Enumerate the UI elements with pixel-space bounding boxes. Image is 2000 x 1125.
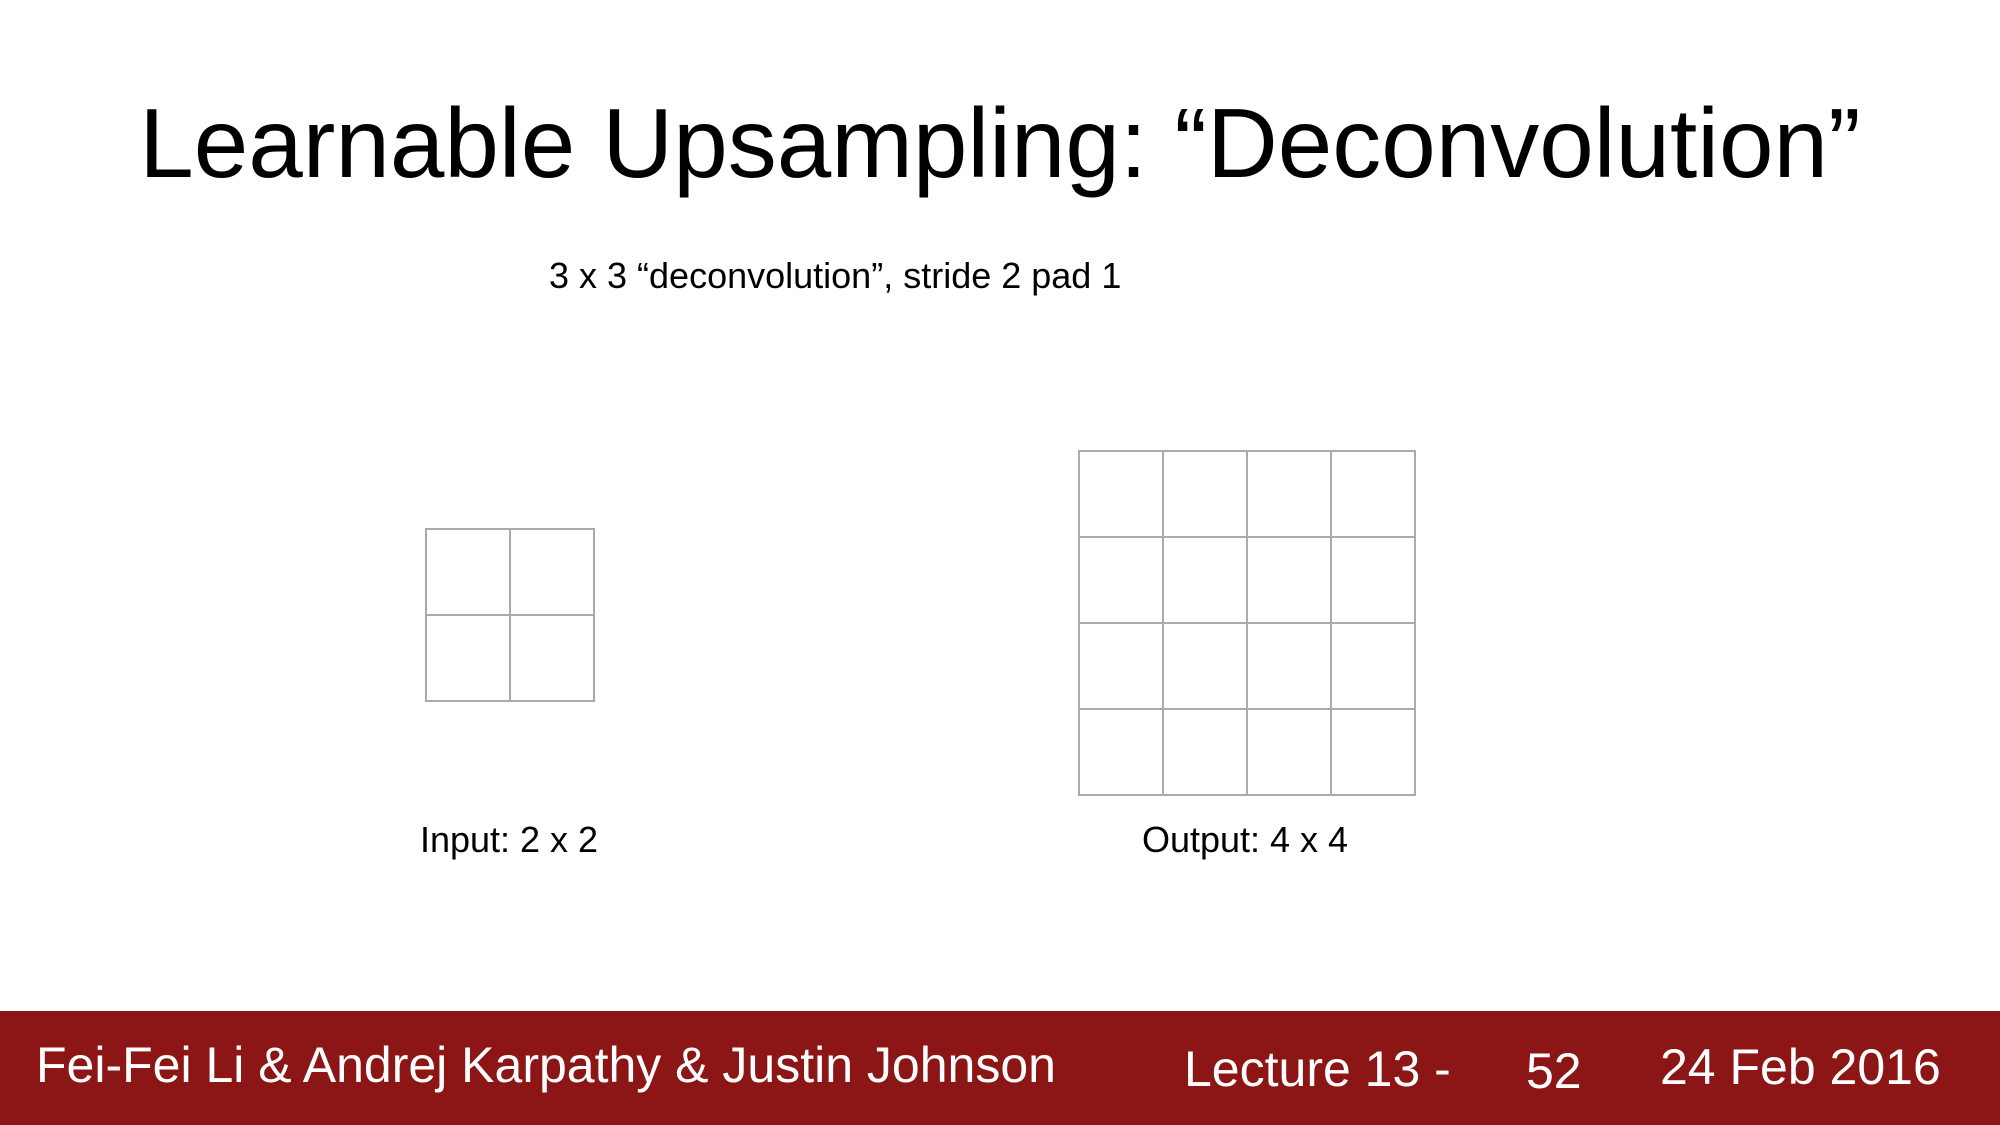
input-grid-cell bbox=[509, 528, 595, 616]
output-grid-row bbox=[1078, 536, 1416, 624]
slide-subtitle: 3 x 3 “deconvolution”, stride 2 pad 1 bbox=[549, 255, 1122, 296]
output-grid-cell bbox=[1078, 450, 1164, 538]
output-grid-cell bbox=[1246, 622, 1332, 710]
footer-page-number: 52 bbox=[1526, 1043, 1582, 1099]
output-grid-cell bbox=[1246, 536, 1332, 624]
input-grid-cell bbox=[425, 528, 511, 616]
output-grid-label: Output: 4 x 4 bbox=[1141, 819, 1349, 860]
footer-bar: Fei-Fei Li & Andrej Karpathy & Justin Jo… bbox=[0, 1011, 2000, 1125]
output-grid-cell bbox=[1330, 450, 1416, 538]
footer-authors: Fei-Fei Li & Andrej Karpathy & Justin Jo… bbox=[36, 1037, 1056, 1093]
output-grid-cell bbox=[1162, 622, 1248, 710]
output-grid-cell bbox=[1078, 622, 1164, 710]
input-grid bbox=[425, 528, 595, 702]
input-grid-row bbox=[425, 614, 595, 702]
output-grid-cell bbox=[1246, 450, 1332, 538]
footer-lecture-number: Lecture 13 - bbox=[1184, 1041, 1451, 1097]
output-grid-cell bbox=[1330, 622, 1416, 710]
input-grid-label: Input: 2 x 2 bbox=[419, 819, 599, 860]
output-grid-cell bbox=[1330, 708, 1416, 796]
output-grid-cell bbox=[1162, 708, 1248, 796]
output-grid-row bbox=[1078, 708, 1416, 796]
input-grid-cell bbox=[425, 614, 511, 702]
output-grid-cell bbox=[1078, 708, 1164, 796]
output-grid bbox=[1078, 450, 1416, 796]
slide-title: Learnable Upsampling: “Deconvolution” bbox=[139, 88, 1861, 198]
output-grid-row bbox=[1078, 450, 1416, 538]
output-grid-cell bbox=[1330, 536, 1416, 624]
output-grid-cell bbox=[1078, 536, 1164, 624]
input-grid-row bbox=[425, 528, 595, 616]
input-grid-cell bbox=[509, 614, 595, 702]
output-grid-cell bbox=[1246, 708, 1332, 796]
output-grid-row bbox=[1078, 622, 1416, 710]
output-grid-cell bbox=[1162, 536, 1248, 624]
footer-date: 24 Feb 2016 bbox=[1660, 1039, 1941, 1095]
output-grid-cell bbox=[1162, 450, 1248, 538]
